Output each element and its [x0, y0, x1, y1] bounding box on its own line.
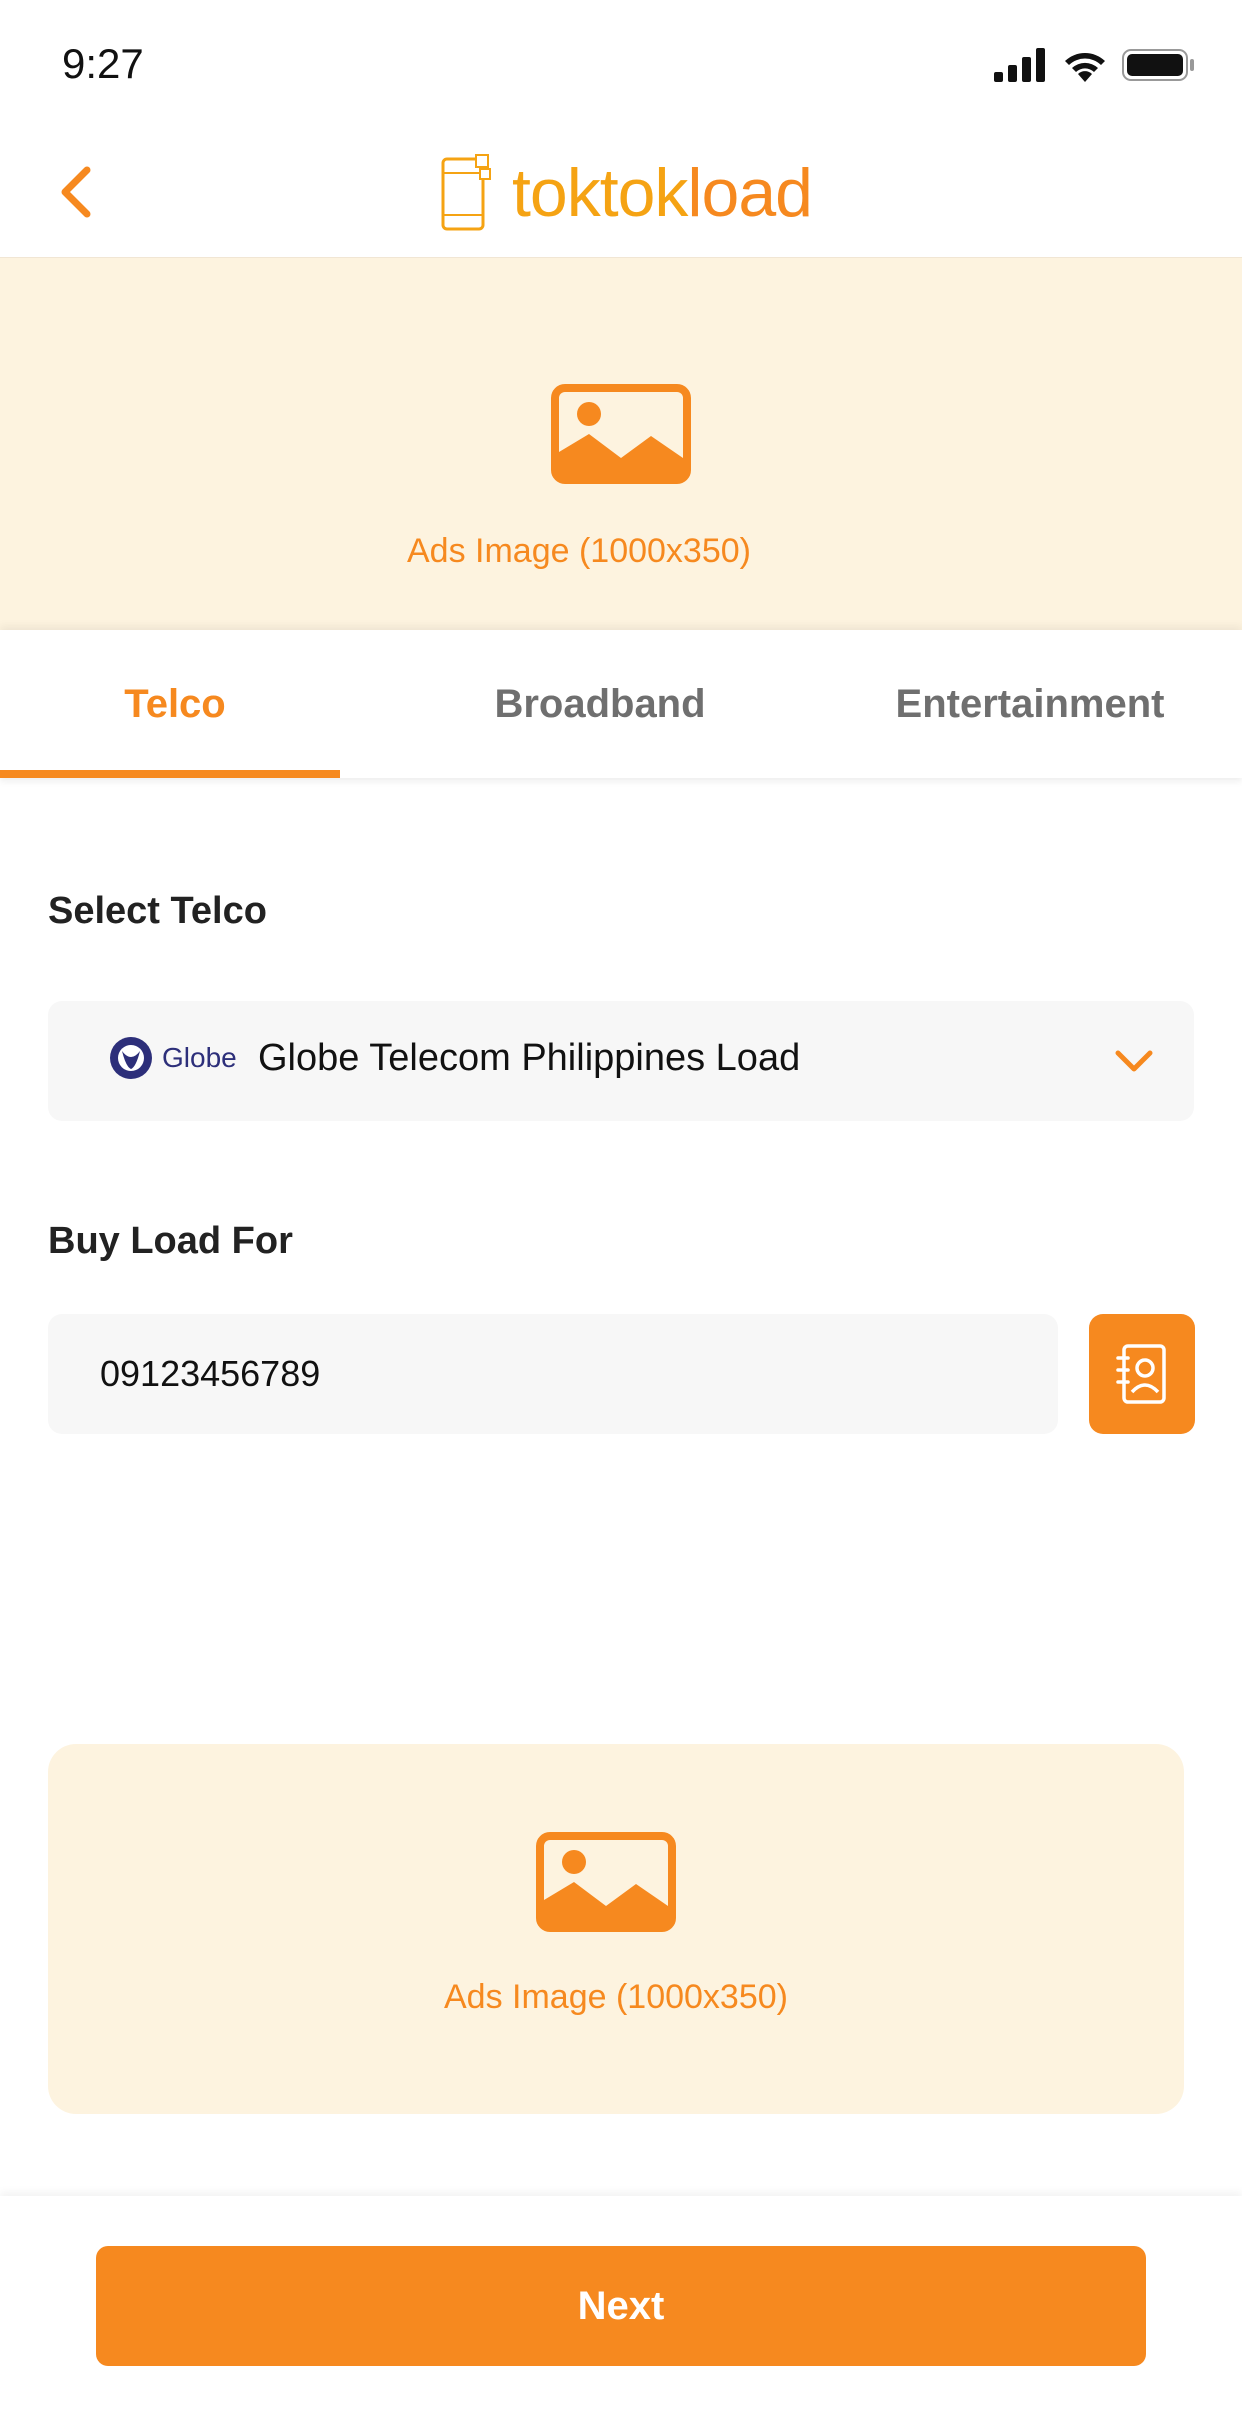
app-logo: toktokload: [440, 138, 813, 248]
ad-label-top: Ads Image (1000x350): [407, 532, 751, 570]
category-tabs: Telco Broadband Entertainment: [0, 630, 1242, 778]
ad-banner-top[interactable]: Ads Image (1000x350): [0, 258, 1242, 630]
ad-banner-bottom[interactable]: Ads Image (1000x350): [48, 1744, 1184, 2114]
logo-text-load: load: [687, 155, 813, 231]
tab-telco[interactable]: Telco: [0, 630, 350, 778]
status-icons: [994, 48, 1196, 82]
next-button[interactable]: Next: [96, 2246, 1146, 2366]
battery-icon: [1122, 49, 1194, 81]
phone-logo-icon: [441, 154, 491, 231]
chevron-left-icon: [61, 166, 91, 218]
tab-active-indicator: [0, 770, 340, 778]
tab-broadband[interactable]: Broadband: [420, 630, 780, 778]
telco-select-value: Globe Telecom Philippines Load: [258, 1037, 801, 1079]
contacts-button[interactable]: [1089, 1314, 1195, 1434]
contact-book-icon: [1116, 1344, 1166, 1404]
signal-icon: [994, 48, 1045, 82]
image-icon: [551, 384, 691, 484]
chevron-down-icon: [1115, 1050, 1153, 1072]
wifi-icon: [1065, 53, 1105, 82]
status-bar: 9:27: [0, 0, 1242, 132]
tab-entertainment[interactable]: Entertainment: [860, 630, 1200, 778]
phone-number-input[interactable]: [48, 1314, 1058, 1434]
app-header: toktokload: [0, 132, 1242, 258]
image-icon: [536, 1832, 676, 1932]
logo-text-toktok: toktok: [512, 155, 688, 231]
footer: Next: [0, 2196, 1242, 2416]
status-time: 9:27: [62, 40, 144, 87]
select-telco-label: Select Telco: [48, 890, 267, 932]
globe-brand-text: Globe: [162, 1042, 237, 1073]
globe-brand-icon: [110, 1037, 152, 1079]
ad-label-bottom: Ads Image (1000x350): [444, 1978, 788, 2016]
back-button[interactable]: [40, 152, 110, 232]
telco-select[interactable]: Globe Globe Telecom Philippines Load: [48, 1001, 1194, 1121]
logo-text: toktokload: [512, 154, 813, 232]
buy-load-for-label: Buy Load For: [48, 1220, 293, 1262]
globe-logo: Globe: [108, 1035, 237, 1081]
